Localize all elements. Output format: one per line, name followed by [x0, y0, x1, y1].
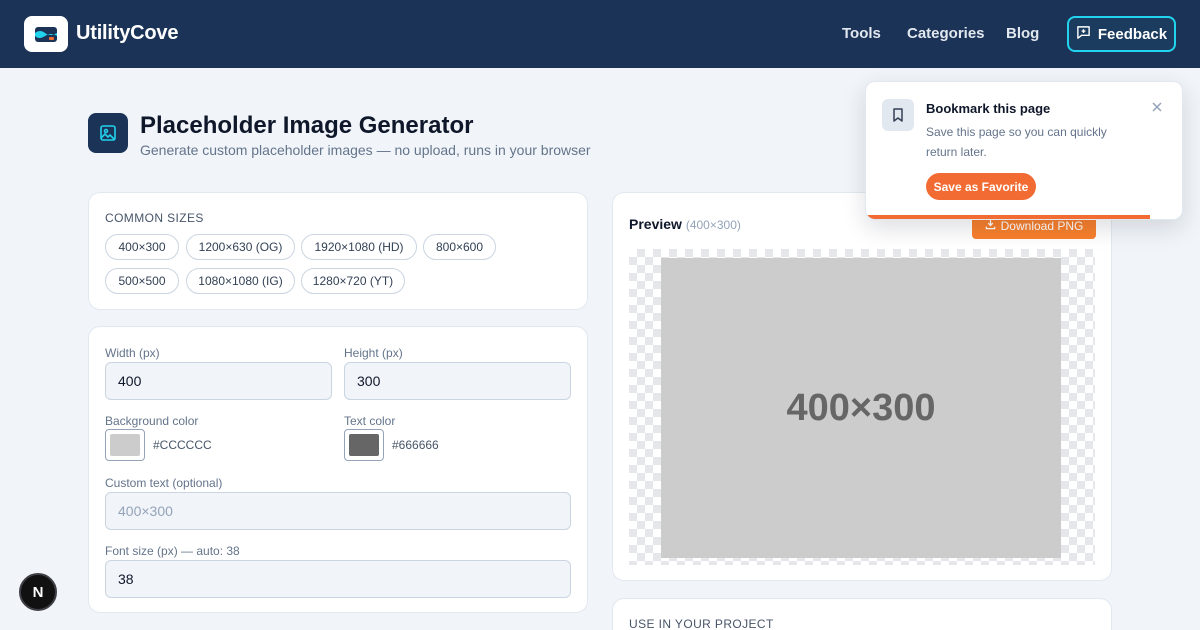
bookmark-description: Save this page so you can quickly return…	[926, 125, 1107, 159]
nav-tools[interactable]: Tools	[842, 25, 881, 42]
width-input[interactable]: 400	[105, 362, 332, 400]
preview-card: Preview (400×300) Download PNG 400×300	[612, 192, 1112, 581]
transparency-checkerboard: 400×300	[629, 249, 1095, 565]
use-in-project-card: USE IN YOUR PROJECT	[612, 598, 1112, 630]
size-chip[interactable]: 1920×1080 (HD)	[301, 234, 417, 260]
preview-dimensions: (400×300)	[685, 218, 741, 232]
height-label: Height (px)	[344, 346, 403, 360]
placeholder-image-preview: 400×300	[661, 258, 1061, 558]
text-color-label: Text color	[344, 414, 396, 428]
common-sizes-label: COMMON SIZES	[105, 211, 204, 225]
preview-title: Preview	[629, 216, 682, 232]
size-chip[interactable]: 800×600	[423, 234, 496, 260]
custom-text-input[interactable]: 400×300	[105, 492, 571, 530]
page-subtitle: Generate custom placeholder images — no …	[140, 142, 591, 158]
height-input[interactable]: 300	[344, 362, 571, 400]
bookmark-title: Bookmark this page	[926, 101, 1051, 116]
feedback-label: Feedback	[1097, 25, 1168, 43]
preview-heading: Preview (400×300)	[629, 216, 741, 232]
nav-blog[interactable]: Blog	[1006, 25, 1039, 42]
size-chip[interactable]: 1200×630 (OG)	[186, 234, 295, 260]
common-sizes-card: COMMON SIZES 400×300 1200×630 (OG) 1920×…	[88, 192, 588, 310]
width-label: Width (px)	[105, 346, 160, 360]
page-title: Placeholder Image Generator	[140, 112, 474, 139]
background-color-swatch[interactable]	[105, 429, 145, 461]
settings-card: Width (px) 400 Height (px) 300 Backgroun…	[88, 326, 588, 613]
text-color-hex[interactable]: #666666	[392, 438, 439, 452]
logo-icon[interactable]	[24, 16, 68, 52]
close-icon[interactable]	[1150, 100, 1164, 114]
bookmark-icon	[882, 99, 914, 131]
size-chip[interactable]: 400×300	[105, 234, 179, 260]
font-size-label: Font size (px) — auto: 38	[105, 544, 240, 558]
custom-text-label: Custom text (optional)	[105, 476, 223, 490]
size-chip[interactable]: 1280×720 (YT)	[301, 268, 405, 294]
nextjs-dev-badge[interactable]: N	[19, 573, 57, 611]
feedback-button[interactable]: Feedback	[1067, 16, 1176, 52]
background-color-fill	[110, 434, 140, 456]
size-chip[interactable]: 1080×1080 (IG)	[186, 268, 295, 294]
size-chip[interactable]: 500×500	[105, 268, 179, 294]
message-plus-icon	[1076, 25, 1091, 44]
image-icon	[88, 113, 128, 153]
text-color-swatch[interactable]	[344, 429, 384, 461]
background-color-label: Background color	[105, 414, 199, 428]
top-navbar: UtilityCove Tools Categories Blog Feedba…	[0, 0, 1200, 68]
bookmark-popup: Bookmark this page Save this page so you…	[865, 81, 1183, 220]
brand-name[interactable]: UtilityCove	[76, 22, 178, 45]
background-color-hex[interactable]: #CCCCCC	[153, 438, 212, 452]
save-as-favorite-button[interactable]: Save as Favorite	[926, 173, 1036, 200]
download-icon	[985, 219, 996, 233]
nav-categories[interactable]: Categories	[907, 25, 985, 42]
text-color-fill	[349, 434, 379, 456]
download-label: Download PNG	[1000, 219, 1084, 233]
use-in-project-label: USE IN YOUR PROJECT	[629, 617, 774, 630]
font-size-input[interactable]: 38	[105, 560, 571, 598]
auto-dismiss-progress-bar	[866, 215, 1151, 219]
